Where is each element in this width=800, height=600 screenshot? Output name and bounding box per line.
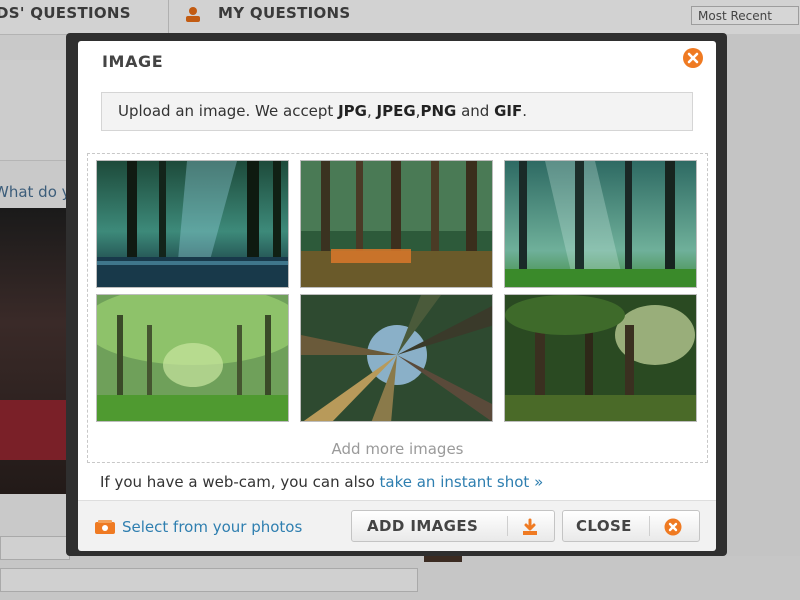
close-icon[interactable] — [682, 47, 704, 69]
add-images-label: ADD IMAGES — [367, 517, 479, 535]
instant-shot-link[interactable]: take an instant shot » — [380, 473, 544, 491]
select-photos-label: Select from your photos — [122, 518, 303, 536]
webcam-note: If you have a web-cam, you can also take… — [100, 473, 543, 491]
gallery-image-5[interactable] — [300, 294, 493, 422]
format-png: PNG — [420, 102, 457, 120]
right-column — [726, 34, 800, 600]
photo-album-icon — [95, 520, 115, 534]
photo-badge — [0, 400, 66, 460]
tab-friends-questions[interactable]: DS' QUESTIONS — [0, 4, 131, 22]
user-icon — [186, 7, 200, 22]
info-separator: , — [366, 102, 377, 120]
format-jpg: JPG — [338, 102, 367, 120]
close-circle-icon — [664, 518, 682, 536]
add-more-images-link[interactable]: Add more images — [88, 440, 707, 458]
question-prompt[interactable]: What do y — [0, 183, 71, 201]
info-text: . — [522, 102, 527, 120]
gallery-image-2[interactable] — [300, 160, 493, 288]
gallery-image-6[interactable] — [504, 294, 697, 422]
question-tabs-bar: DS' QUESTIONS MY QUESTIONS Most Recent — [0, 0, 800, 35]
forest-photo-6 — [505, 295, 696, 421]
webcam-text: If you have a web-cam, you can also — [100, 473, 380, 491]
forest-photo-5 — [301, 295, 492, 421]
add-images-button[interactable]: ADD IMAGES — [351, 510, 555, 542]
accepted-formats-info: Upload an image. We accept JPG, JPEG,PNG… — [101, 92, 693, 131]
select-from-photos-link[interactable]: Select from your photos — [94, 518, 302, 536]
answer-field[interactable] — [0, 536, 70, 560]
forest-photo-1 — [97, 161, 288, 287]
sort-select[interactable]: Most Recent — [691, 6, 799, 25]
forest-photo-3 — [505, 161, 696, 287]
format-gif: GIF — [494, 102, 523, 120]
left-panel — [0, 60, 66, 161]
info-text: Upload an image. We accept — [118, 102, 339, 120]
gallery-image-1[interactable] — [96, 160, 289, 288]
forest-photo-4 — [97, 295, 288, 421]
image-dialog: IMAGE Upload an image. We accept JPG, JP… — [78, 41, 716, 551]
upload-icon — [523, 518, 537, 535]
gallery-image-3[interactable] — [504, 160, 697, 288]
format-jpeg: JPEG — [376, 102, 416, 120]
forest-photo-2 — [301, 161, 492, 287]
info-text: and — [456, 102, 495, 120]
tab-my-questions[interactable]: MY QUESTIONS — [218, 4, 351, 22]
button-divider — [507, 516, 508, 536]
dialog-title: IMAGE — [102, 52, 164, 71]
close-button[interactable]: CLOSE — [562, 510, 700, 542]
button-divider — [649, 516, 650, 536]
comment-input[interactable] — [0, 568, 418, 592]
dialog-footer: Select from your photos ADD IMAGES CLOSE — [78, 500, 716, 551]
gallery-image-4[interactable] — [96, 294, 289, 422]
image-gallery-dropzone[interactable]: Add more images — [87, 153, 708, 463]
close-label: CLOSE — [576, 517, 632, 535]
tab-divider — [168, 0, 169, 34]
